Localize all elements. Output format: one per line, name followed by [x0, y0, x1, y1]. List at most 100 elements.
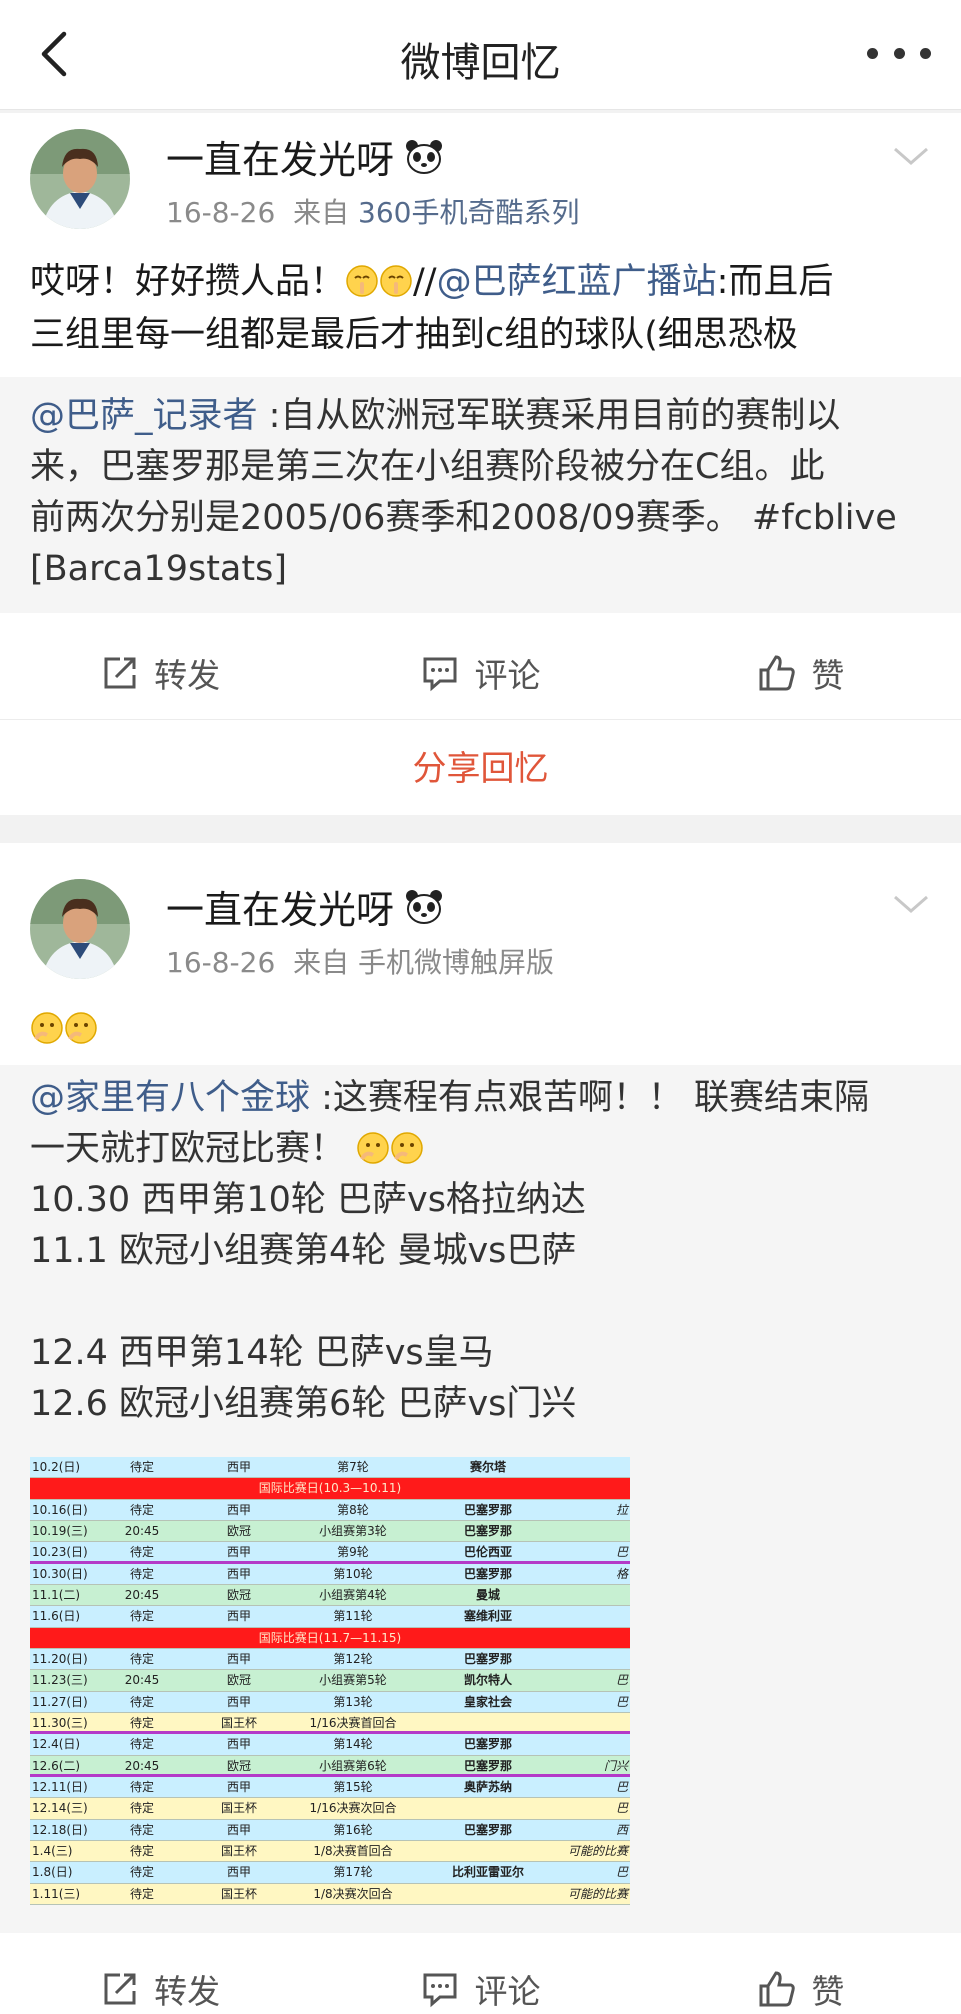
schedule-competition: 西甲 [226, 1822, 251, 1837]
schedule-opponent: 比利亚雷亚尔 [451, 1865, 524, 1880]
avatar[interactable] [30, 879, 130, 979]
username-text: 一直在发光呀 [166, 138, 395, 182]
schedule-time: 待定 [129, 1609, 154, 1624]
page-title: 微博回忆 [400, 40, 561, 86]
post-text-line: 哎呀！好好攒人品！ //@巴萨红蓝广播站:而且后 [30, 256, 935, 309]
schedule-competition: 欧冠 [226, 1758, 251, 1773]
schedule-time: 20:45 [124, 1524, 160, 1538]
schedule-round: 小组赛第6轮 [319, 1758, 387, 1773]
schedule-opponent: 赛尔塔 [469, 1460, 506, 1474]
schedule-break-row: 国际比赛日(10.3—10.11) [30, 1478, 630, 1500]
schedule-round: 第13轮 [333, 1694, 373, 1709]
schedule-time: 待定 [129, 1780, 154, 1794]
schedule-note: 可能的比赛 [567, 1886, 628, 1901]
schedule-round: 1/16决赛首回合 [309, 1716, 397, 1730]
comment-button[interactable]: 评论 [320, 627, 640, 719]
mention-link[interactable]: @巴萨红蓝广播站 [437, 262, 717, 302]
chevron-down-icon[interactable] [891, 145, 931, 169]
avatar[interactable] [30, 129, 130, 229]
schedule-time: 待定 [129, 1566, 154, 1581]
schedule-row: 10.23(日) 待定 西甲 第9轮 巴伦西亚 巴 [30, 1542, 630, 1564]
schedule-competition: 欧冠 [226, 1588, 251, 1602]
schedule-round: 小组赛第5轮 [319, 1673, 387, 1688]
comment-icon [423, 657, 457, 692]
panda-icon [406, 889, 443, 924]
schedule-break-row: 国际比赛日(11.7—11.15) [30, 1627, 630, 1649]
action-bar: 转发 评论 赞 [0, 1943, 961, 2014]
schedule-note: 巴 [615, 1780, 628, 1794]
like-label: 赞 [811, 1972, 845, 2011]
schedule-opponent: 巴塞罗那 [463, 1566, 512, 1581]
thinking-emoji-icon [31, 1012, 63, 1044]
schedule-round: 第16轮 [333, 1822, 373, 1837]
schedule-competition: 欧冠 [226, 1524, 251, 1538]
mention-link[interactable]: @家里有八个金球 [30, 1078, 310, 1118]
schedule-round: 第15轮 [333, 1780, 373, 1794]
schedule-time: 待定 [129, 1545, 154, 1560]
share-memory-button[interactable]: 分享回忆 [0, 719, 961, 811]
schedule-round: 第9轮 [337, 1545, 369, 1560]
repost-icon [104, 657, 136, 689]
schedule-note: 门兴 [603, 1758, 628, 1773]
schedule-time: 待定 [129, 1865, 154, 1880]
source-label: 来自 [293, 196, 350, 229]
schedule-date: 11.6(日) [32, 1609, 81, 1624]
comment-button[interactable]: 评论 [320, 1943, 640, 2014]
schedule-date: 1.4(三) [32, 1844, 73, 1858]
schedule-row: 11.1(二) 20:45 欧冠 小组赛第4轮 曼城 [30, 1585, 630, 1607]
schedule-image[interactable]: 10.2(日) 待定 西甲 第7轮 赛尔塔 国际比赛日(10.3—10.11) 10.16(… [30, 1457, 630, 1905]
post-text-part: :而且后 [716, 262, 834, 302]
schedule-date: 10.23(日) [32, 1545, 88, 1560]
schedule-date: 11.30(三) [32, 1716, 88, 1730]
schedule-opponent: 巴塞罗那 [463, 1524, 512, 1538]
schedule-round: 小组赛第3轮 [319, 1524, 387, 1538]
schedule-date: 12.11(日) [32, 1780, 88, 1794]
schedule-round: 1/8决赛次回合 [313, 1886, 393, 1901]
schedule-date: 11.23(三) [32, 1673, 88, 1688]
schedule-time: 待定 [129, 1716, 154, 1730]
thumbs-up-icon [759, 655, 796, 691]
schedule-opponent: 巴塞罗那 [463, 1822, 512, 1837]
schedule-time: 待定 [129, 1460, 154, 1474]
more-icon[interactable] [867, 38, 931, 68]
schedule-round: 第14轮 [333, 1737, 373, 1752]
repost-line: 前两次分别是2005/06赛季和2008/09赛季。 #fcblive [30, 498, 897, 538]
like-button[interactable]: 赞 [641, 1943, 961, 2014]
schedule-competition: 西甲 [226, 1566, 251, 1581]
schedule-competition: 西甲 [226, 1694, 251, 1709]
schedule-round: 第11轮 [333, 1609, 373, 1624]
schedule-note: 可能的比赛 [567, 1844, 628, 1858]
schedule-round: 第10轮 [333, 1566, 373, 1581]
schedule-row: 11.23(三) 20:45 欧冠 小组赛第5轮 凯尔特人 巴 [30, 1670, 630, 1692]
schedule-date: 1.11(三) [32, 1886, 81, 1901]
username[interactable]: 一直在发光呀 [166, 129, 444, 184]
post-time: 16-8-26 [166, 946, 276, 979]
shush-emoji-icon [346, 265, 378, 297]
username[interactable]: 一直在发光呀 [166, 879, 444, 934]
repost-box[interactable]: @巴萨_记录者 :自从欧洲冠军联赛采用目前的赛制以 来，巴塞罗那是第三次在小组赛… [0, 377, 961, 613]
schedule-time: 待定 [129, 1502, 154, 1517]
schedule-row: 1.8(日) 待定 西甲 第17轮 比利亚雷亚尔 巴 [30, 1862, 630, 1884]
schedule-competition: 国王杯 [220, 1844, 257, 1858]
schedule-time: 待定 [129, 1652, 154, 1666]
schedule-note: 巴 [615, 1673, 628, 1688]
schedule-break-label: 国际比赛日(11.7—11.15) [258, 1630, 402, 1645]
mention-link[interactable]: @巴萨_记录者 [30, 396, 258, 436]
schedule-date: 11.1(二) [32, 1588, 81, 1602]
repost-line: 一天就打欧冠比赛！ [30, 1124, 935, 1175]
post-source[interactable]: 360手机奇酷系列 [358, 196, 579, 229]
like-button[interactable]: 赞 [641, 627, 961, 719]
chevron-down-icon[interactable] [891, 893, 931, 917]
schedule-row: 10.16(日) 待定 西甲 第8轮 巴塞罗那 拉 [30, 1499, 630, 1521]
schedule-competition: 西甲 [226, 1502, 251, 1517]
schedule-round: 第12轮 [333, 1652, 373, 1666]
schedule-date: 10.2(日) [32, 1460, 81, 1474]
repost-button[interactable]: 转发 [0, 627, 320, 719]
comment-label: 评论 [474, 1972, 541, 2011]
schedule-time: 20:45 [124, 1588, 160, 1602]
repost-button[interactable]: 转发 [0, 1943, 320, 2014]
schedule-competition: 西甲 [226, 1545, 251, 1560]
post-source[interactable]: 手机微博触屏版 [358, 946, 554, 979]
schedule-row: 12.18(日) 待定 西甲 第16轮 巴塞罗那 西 [30, 1819, 630, 1841]
schedule-row: 12.6(二) 20:45 欧冠 小组赛第6轮 巴塞罗那 门兴 [30, 1755, 630, 1777]
